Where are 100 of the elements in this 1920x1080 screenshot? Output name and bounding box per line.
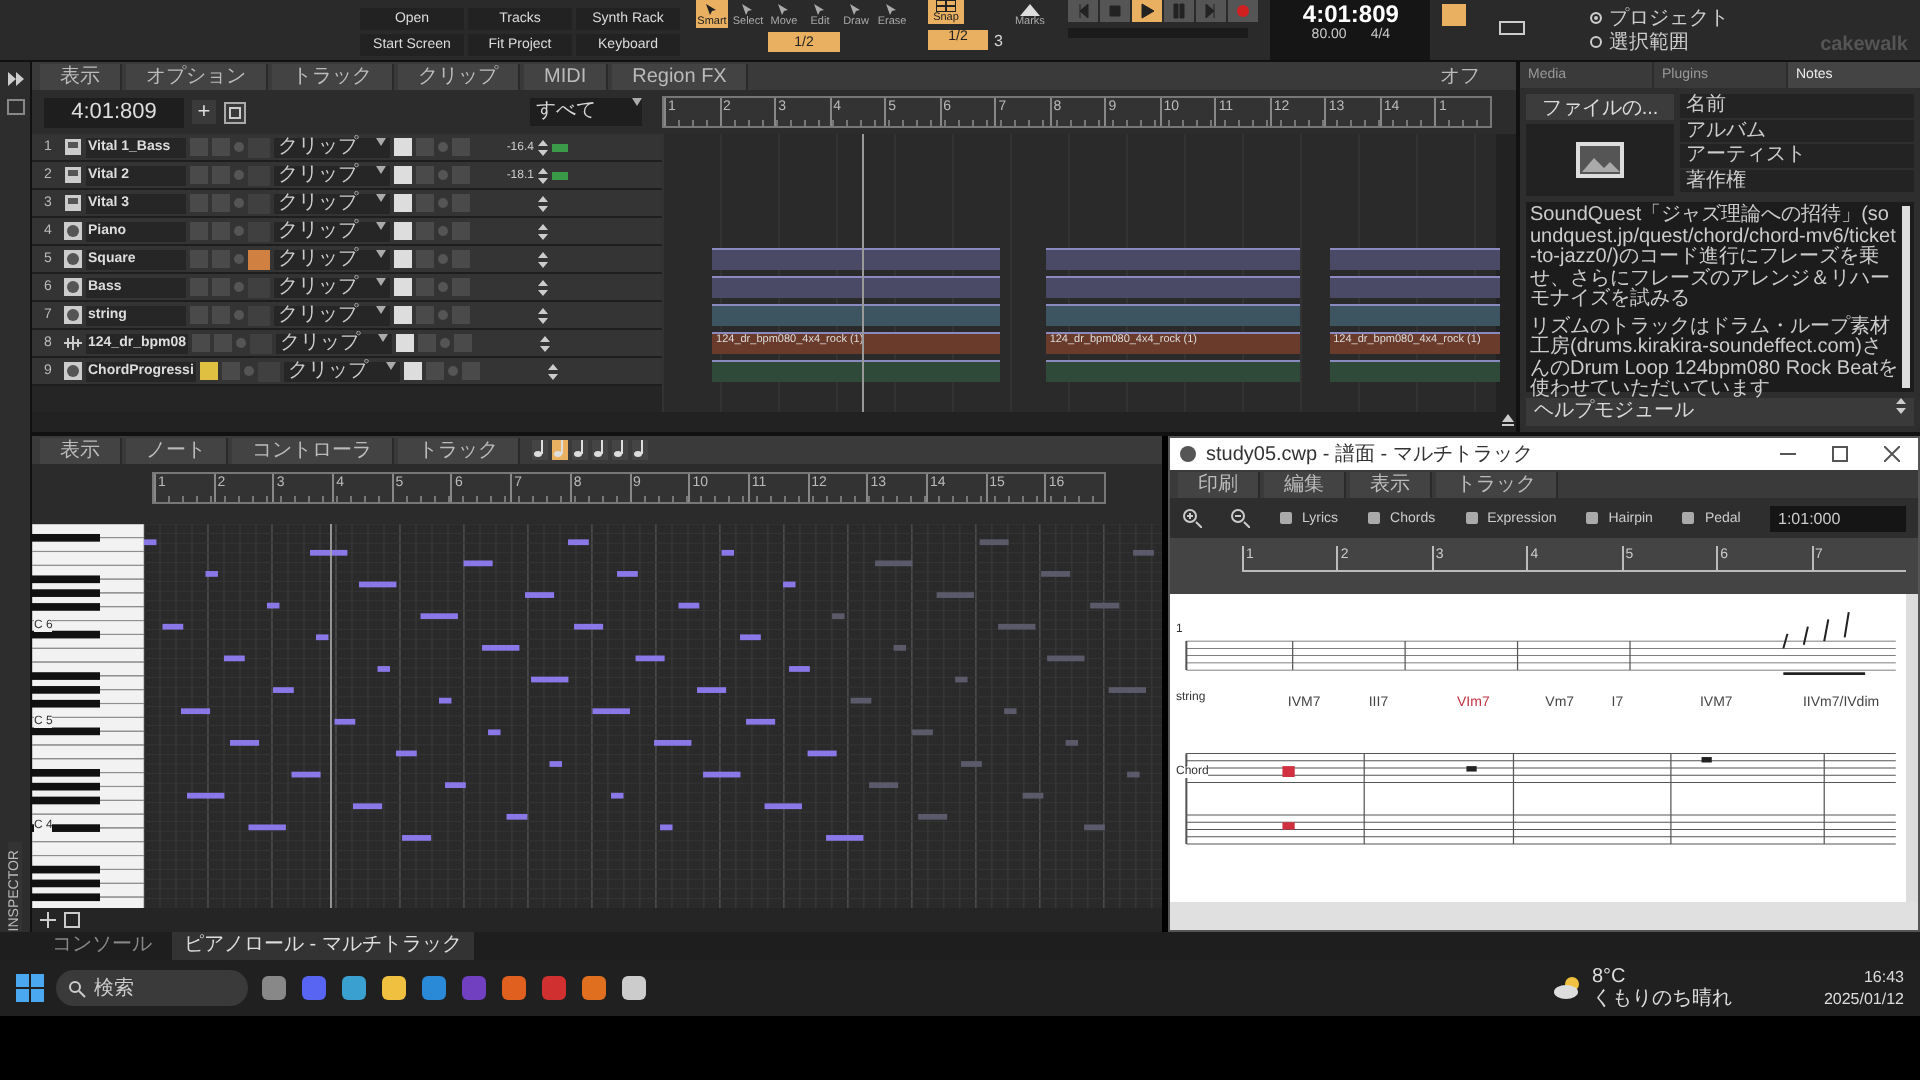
clip[interactable]: [1329, 248, 1500, 270]
pan-icon[interactable]: [538, 167, 548, 183]
menu-item[interactable]: ノート: [126, 437, 228, 463]
automation-dropdown[interactable]: オフ: [1440, 63, 1516, 89]
record-button[interactable]: [1228, 0, 1259, 22]
playhead-line[interactable]: [862, 134, 865, 412]
clip[interactable]: [712, 248, 1000, 270]
taskbar-app-icon[interactable]: [500, 974, 528, 1002]
pan-icon[interactable]: [538, 307, 548, 323]
time-field[interactable]: 1:01:000: [1770, 505, 1906, 531]
clip[interactable]: [712, 360, 1000, 382]
menu-item[interactable]: 表示: [1350, 471, 1432, 497]
pan-icon[interactable]: [540, 335, 551, 351]
note-duration-icon[interactable]: [572, 440, 588, 460]
record-arm-icon[interactable]: [234, 310, 244, 320]
input-echo-button[interactable]: [248, 137, 270, 157]
piano-keys-drawing[interactable]: [32, 524, 144, 908]
input-echo-button[interactable]: [250, 333, 273, 353]
play-button[interactable]: [1132, 0, 1163, 22]
pan-icon[interactable]: [538, 251, 548, 267]
midi-notes-drawing[interactable]: [144, 539, 1154, 841]
rewind-button[interactable]: [1068, 0, 1099, 22]
fx-icon[interactable]: [438, 170, 448, 180]
input-echo-button[interactable]: [257, 361, 280, 381]
menu-item[interactable]: 表示: [40, 63, 122, 89]
clip[interactable]: [1329, 360, 1500, 382]
clip[interactable]: [1329, 276, 1500, 298]
mode-dropdown[interactable]: クリップ: [276, 333, 393, 353]
clip[interactable]: [1045, 304, 1300, 326]
zoom-out-icon[interactable]: [1230, 508, 1250, 528]
clip[interactable]: [1045, 248, 1300, 270]
zoom-in-icon[interactable]: [1182, 508, 1202, 528]
menu-item[interactable]: 表示: [40, 437, 122, 463]
mute-button[interactable]: [199, 362, 218, 380]
record-arm-icon[interactable]: [234, 226, 244, 236]
input-echo-button[interactable]: [248, 221, 270, 241]
mode-dropdown[interactable]: クリップ: [283, 361, 400, 381]
snap-option[interactable]: 3: [994, 31, 1003, 49]
record-arm-icon[interactable]: [243, 366, 254, 376]
mode-dropdown[interactable]: クリップ: [274, 165, 390, 185]
pan-icon[interactable]: [538, 279, 548, 295]
menu-item[interactable]: オプション: [126, 63, 268, 89]
fx-icon[interactable]: [438, 226, 448, 236]
time-field[interactable]: 4:01:809: [44, 97, 184, 127]
mode-dropdown[interactable]: クリップ: [274, 305, 390, 325]
mode-dropdown[interactable]: クリップ: [274, 277, 390, 297]
clip-icon[interactable]: [5, 98, 25, 116]
clip[interactable]: [1045, 360, 1300, 382]
note-duration-icon[interactable]: [612, 440, 628, 460]
menu-item[interactable]: トラック: [1436, 471, 1558, 497]
add-icon[interactable]: [40, 912, 56, 928]
clip[interactable]: [712, 276, 1000, 298]
record-arm-icon[interactable]: [234, 254, 244, 264]
mode-dropdown[interactable]: クリップ: [274, 193, 390, 213]
menu-item[interactable]: 印刷: [1178, 471, 1260, 497]
metadata-field[interactable]: 名前: [1680, 94, 1914, 117]
file-button[interactable]: ファイルの...: [1526, 94, 1674, 120]
scrollbar[interactable]: [1496, 134, 1516, 412]
clip[interactable]: [1045, 276, 1300, 298]
fx-icon[interactable]: [438, 282, 448, 292]
fx-icon[interactable]: [438, 254, 448, 264]
menu-item[interactable]: Region FX: [612, 63, 749, 89]
zoom-icon[interactable]: [64, 912, 80, 928]
expand-icon[interactable]: [1896, 398, 1906, 414]
input-echo-button[interactable]: [248, 277, 270, 297]
metronome-button[interactable]: [1442, 4, 1467, 26]
menu-item[interactable]: コントローラ: [232, 437, 394, 463]
menu-item[interactable]: トラック: [272, 63, 394, 89]
metadata-field[interactable]: 著作権: [1680, 169, 1914, 192]
taskbar-app-icon[interactable]: [380, 974, 408, 1002]
clip[interactable]: [712, 304, 1000, 326]
search-field[interactable]: 検索: [56, 970, 248, 1006]
taskbar-app-icon[interactable]: [340, 974, 368, 1002]
fx-icon[interactable]: [447, 366, 458, 376]
fx-icon[interactable]: [438, 198, 448, 208]
eject-icon[interactable]: [1500, 412, 1516, 428]
forward-button[interactable]: [1196, 0, 1227, 22]
menu-item[interactable]: MIDI: [524, 63, 609, 89]
taskbar-app-icon[interactable]: [580, 974, 608, 1002]
note-duration-icon[interactable]: [592, 440, 608, 460]
track-folder-icon[interactable]: [224, 101, 246, 123]
pan-icon[interactable]: [538, 139, 548, 155]
help-module-header[interactable]: ヘルプモジュール: [1526, 398, 1914, 426]
record-arm-icon[interactable]: [234, 142, 244, 152]
input-echo-button[interactable]: [248, 249, 270, 269]
record-arm-icon[interactable]: [234, 170, 244, 180]
record-arm-icon[interactable]: [234, 282, 244, 292]
pan-icon[interactable]: [538, 223, 548, 239]
filter-dropdown[interactable]: すべて: [530, 98, 642, 126]
fx-icon[interactable]: [438, 310, 448, 320]
input-echo-button[interactable]: [248, 165, 270, 185]
pan-icon[interactable]: [538, 195, 548, 211]
mode-dropdown[interactable]: クリップ: [274, 249, 390, 269]
pan-icon[interactable]: [547, 363, 558, 379]
taskbar-app-icon[interactable]: [620, 974, 648, 1002]
metadata-field[interactable]: アーティスト: [1680, 144, 1914, 167]
add-track-button[interactable]: +: [192, 100, 216, 124]
clock-date[interactable]: 2025/01/12: [1823, 988, 1904, 1010]
view-tab[interactable]: コンソール: [40, 932, 164, 960]
mode-dropdown[interactable]: クリップ: [274, 137, 390, 157]
